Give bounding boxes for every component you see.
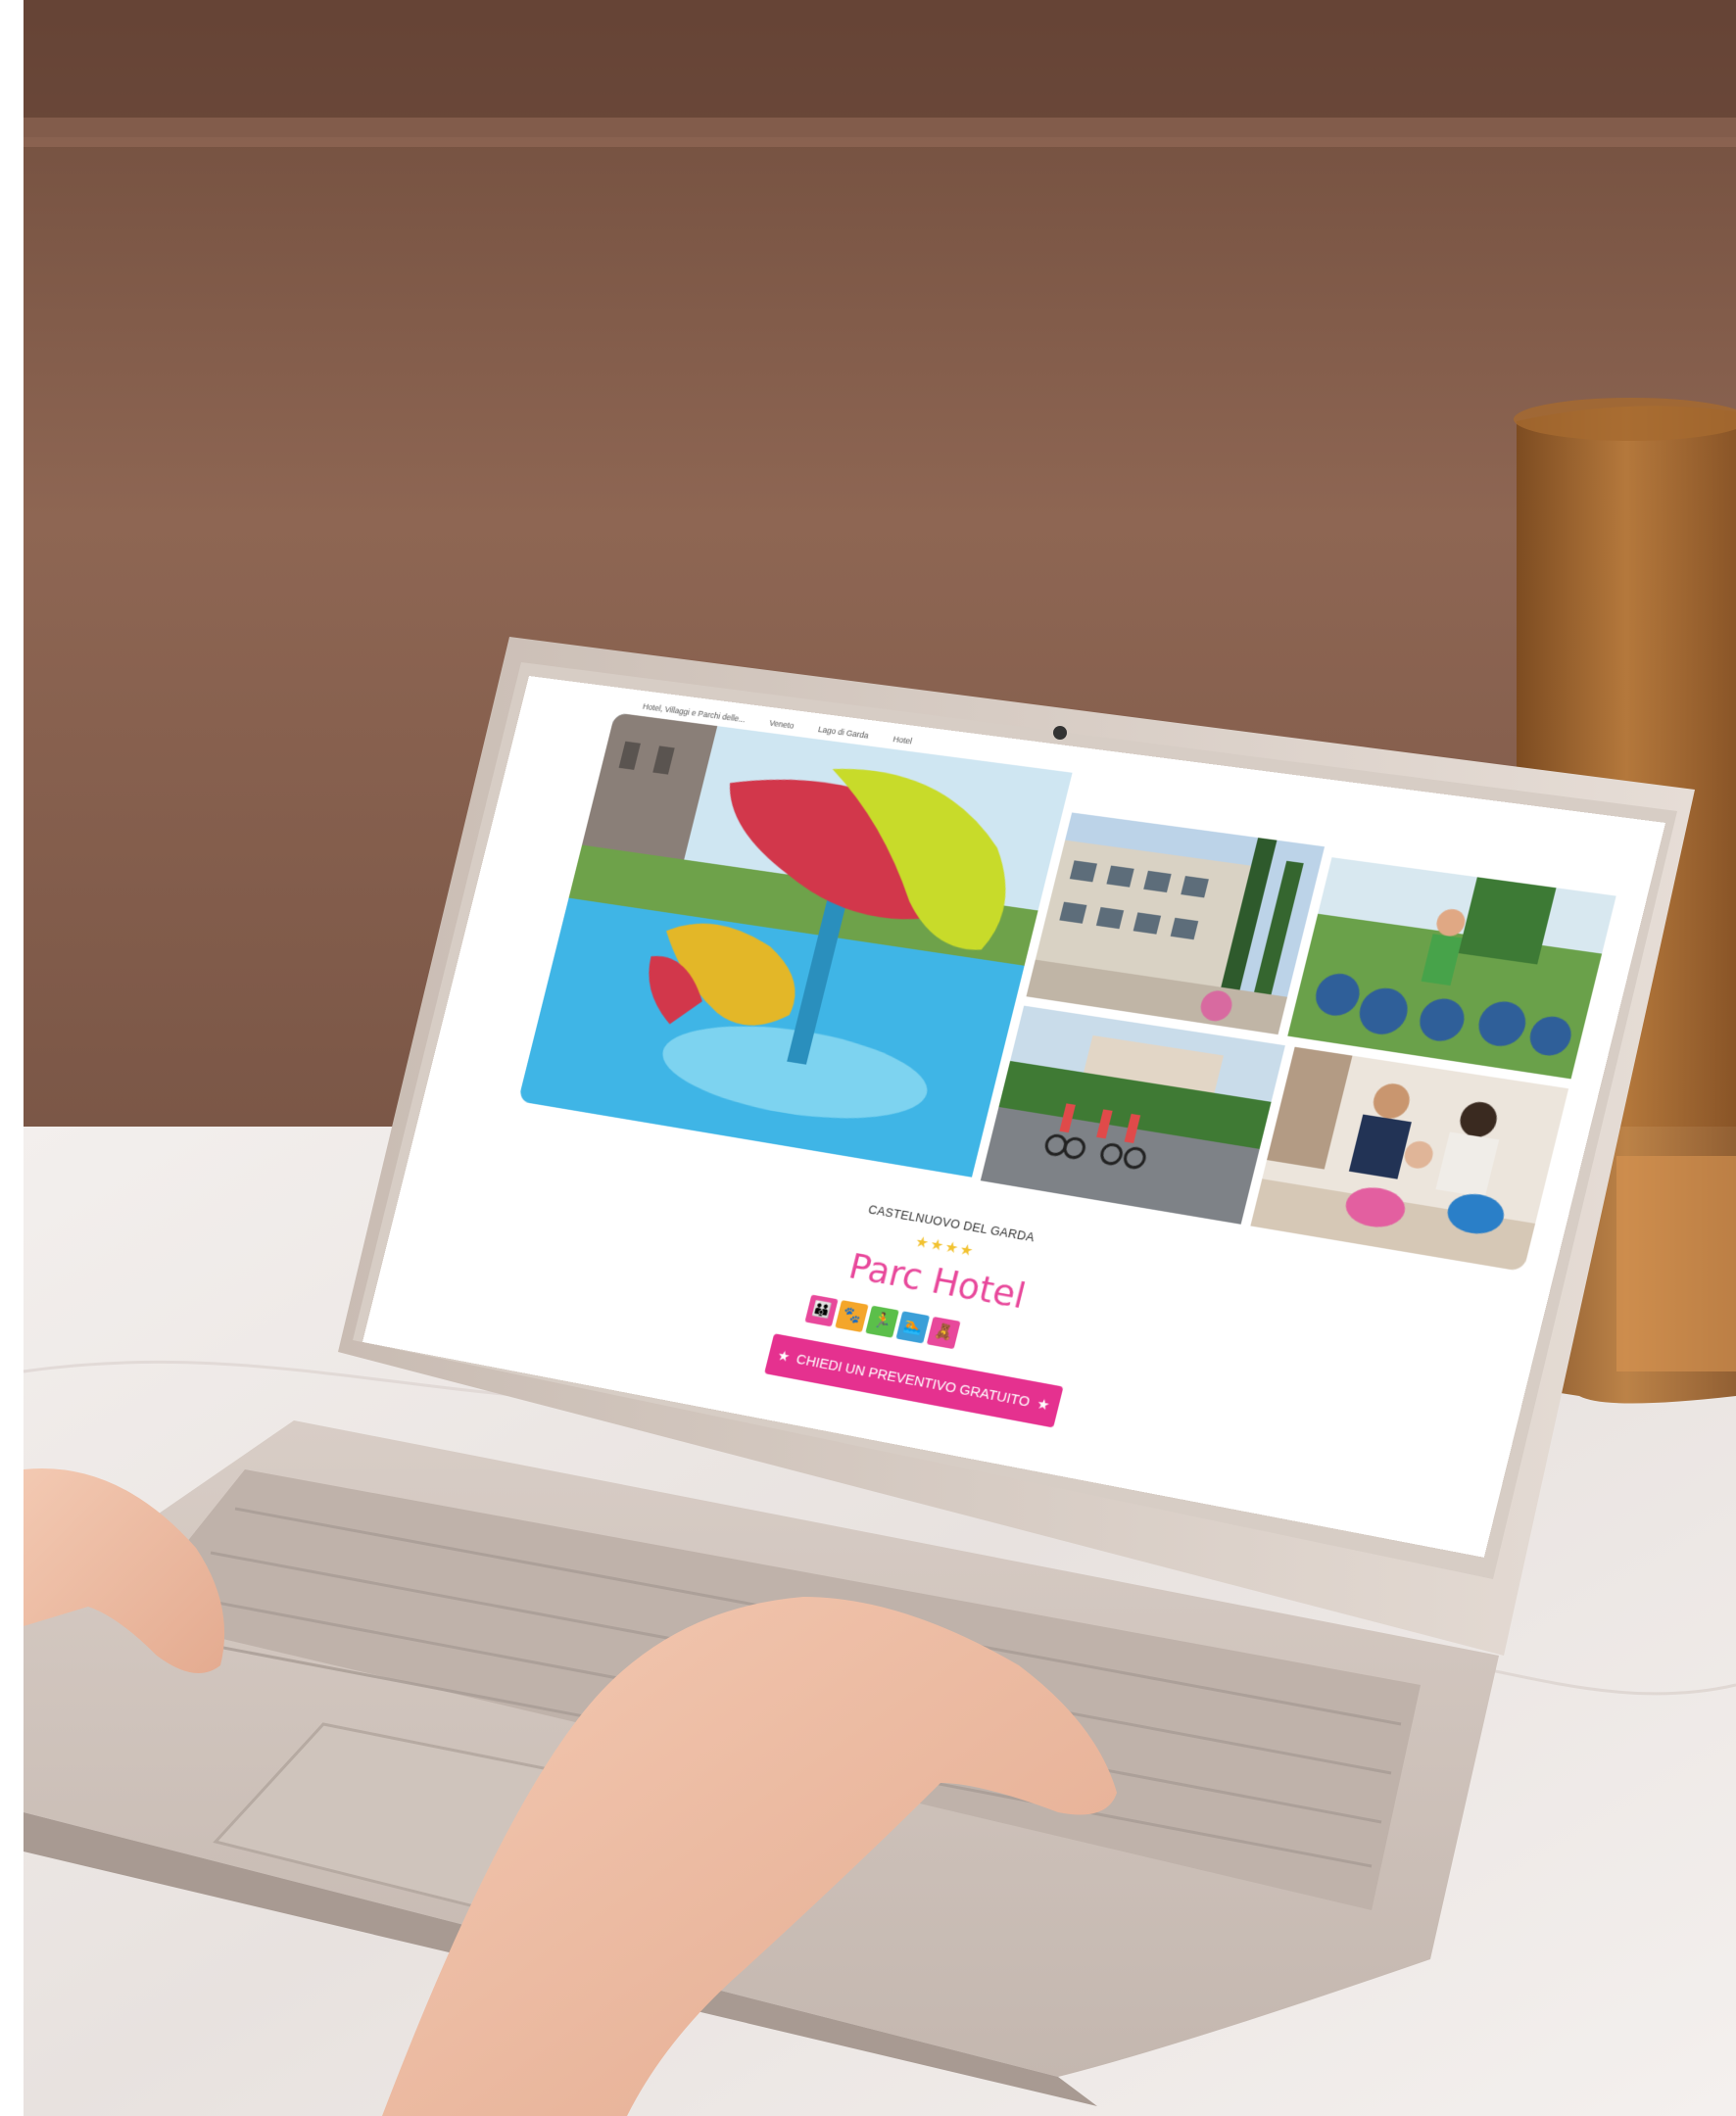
breadcrumb-item[interactable]: Veneto — [768, 718, 795, 730]
star-icon: ★ — [775, 1347, 792, 1366]
family-icon: 👪 — [804, 1294, 839, 1327]
kids-icon: 🧸 — [926, 1316, 961, 1350]
pet-icon: 🐾 — [835, 1300, 869, 1333]
photo-water-slide[interactable] — [517, 712, 1073, 1178]
photo-kids-animation[interactable] — [1287, 857, 1616, 1080]
amenity-icons: 👪 🐾 🏃 🏊 🧸 — [804, 1294, 961, 1350]
request-quote-button[interactable]: ★ CHIEDI UN PREVENTIVO GRATUITO ★ — [764, 1333, 1064, 1428]
photo-cycling[interactable] — [980, 1005, 1285, 1225]
request-quote-label: CHIEDI UN PREVENTIVO GRATUITO — [795, 1350, 1032, 1411]
photo-family[interactable] — [1250, 1046, 1569, 1273]
activity-icon: 🏃 — [865, 1305, 899, 1338]
breadcrumb-item[interactable]: Hotel — [892, 735, 913, 746]
breadcrumb-item[interactable]: Lago di Garda — [817, 725, 869, 741]
pool-icon: 🏊 — [895, 1311, 931, 1344]
star-icon: ★ — [1035, 1395, 1052, 1415]
photo-hotel-building[interactable] — [1026, 812, 1326, 1035]
